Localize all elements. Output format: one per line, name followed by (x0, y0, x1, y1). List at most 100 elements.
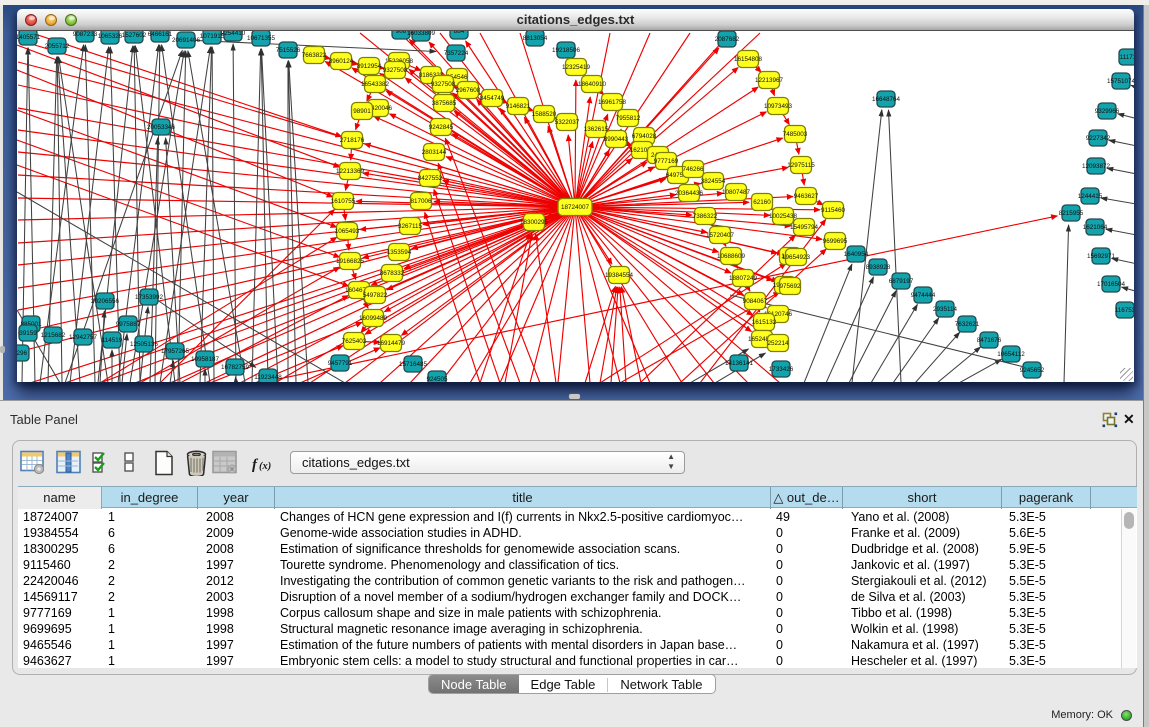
svg-text:1615132: 1615132 (752, 319, 777, 326)
svg-text:12505135: 12505135 (130, 341, 159, 348)
svg-text:1527602: 1527602 (122, 32, 147, 39)
svg-text:16782759: 16782759 (221, 364, 250, 371)
svg-text:20206556: 20206556 (91, 298, 120, 305)
svg-text:17957265: 17957265 (161, 348, 190, 355)
svg-text:924505: 924505 (426, 376, 448, 382)
svg-text:1610755: 1610755 (331, 198, 356, 205)
svg-text:9242845: 9242845 (429, 124, 454, 131)
svg-text:2055712: 2055712 (45, 43, 70, 50)
svg-text:18640910: 18640910 (578, 81, 607, 88)
svg-text:9084067: 9084067 (743, 298, 768, 305)
svg-text:12975115: 12975115 (787, 162, 815, 169)
svg-text:9115460: 9115460 (821, 207, 846, 214)
svg-text:7955812: 7955812 (616, 115, 641, 122)
svg-text:9327508: 9327508 (431, 81, 456, 88)
svg-text:6879197: 6879197 (889, 278, 914, 285)
svg-text:12213369: 12213369 (336, 168, 365, 175)
svg-text:8215955: 8215955 (1059, 210, 1084, 217)
svg-text:7485003: 7485003 (783, 131, 808, 138)
svg-text:10654112: 10654112 (997, 351, 1025, 358)
svg-text:9463627: 9463627 (794, 193, 819, 200)
svg-text:11923448: 11923448 (254, 374, 282, 381)
svg-text:2718176: 2718176 (340, 137, 365, 144)
svg-text:2935114: 2935114 (933, 306, 958, 313)
svg-text:1588520: 1588520 (532, 111, 557, 118)
svg-text:12942757: 12942757 (69, 334, 98, 341)
svg-text:1733426: 1733426 (769, 366, 794, 373)
svg-text:15692971: 15692971 (1087, 253, 1116, 260)
svg-text:17353992: 17353992 (135, 294, 164, 301)
svg-text:817006: 817006 (410, 198, 432, 205)
svg-text:9254410: 9254410 (221, 31, 246, 37)
svg-text:14136141: 14136141 (725, 360, 754, 367)
svg-text:9457791: 9457791 (328, 360, 353, 367)
svg-text:9777169: 9777169 (654, 158, 679, 165)
svg-text:6794028: 6794028 (632, 133, 657, 140)
svg-text:8960124: 8960124 (329, 58, 354, 65)
svg-text:16543382: 16543382 (361, 81, 390, 88)
svg-text:10671355: 10671355 (247, 35, 276, 42)
svg-text:3267115: 3267115 (398, 223, 423, 230)
svg-text:10958187: 10958187 (191, 356, 220, 363)
svg-text:7357224: 7357224 (444, 50, 469, 57)
svg-text:1065493: 1065493 (335, 228, 360, 235)
svg-text:20053346: 20053346 (147, 124, 176, 131)
svg-text:3296: 3296 (17, 350, 27, 357)
svg-text:1244415: 1244415 (1078, 193, 1103, 200)
svg-text:975692: 975692 (779, 283, 801, 290)
svg-text:19218506: 19218506 (552, 47, 581, 54)
svg-text:8912954: 8912954 (357, 63, 382, 70)
svg-text:10807487: 10807487 (722, 189, 751, 196)
svg-text:8427552: 8427552 (418, 175, 443, 182)
svg-text:9975887: 9975887 (116, 321, 141, 328)
svg-text:15720407: 15720407 (706, 232, 735, 239)
svg-text:5322037: 5322037 (555, 119, 580, 126)
svg-text:16961758: 16961758 (598, 99, 627, 106)
svg-text:98901: 98901 (353, 108, 371, 115)
svg-text:19384554: 19384554 (605, 272, 634, 279)
svg-text:1405571: 1405571 (17, 34, 41, 41)
svg-text:f: f (252, 457, 259, 473)
svg-text:908: 908 (396, 31, 407, 35)
svg-text:3875685: 3875685 (432, 100, 457, 107)
svg-text:9474444: 9474444 (911, 292, 936, 299)
svg-text:18724007: 18724007 (561, 204, 590, 211)
svg-text:1215682: 1215682 (41, 332, 66, 339)
svg-text:8990443: 8990443 (604, 136, 629, 143)
svg-text:16033809: 16033809 (407, 31, 436, 37)
svg-text:16648764: 16648764 (872, 96, 901, 103)
svg-text:7663822: 7663822 (302, 52, 327, 59)
svg-text:9329966: 9329966 (1095, 108, 1120, 115)
svg-text:17016504: 17016504 (1097, 281, 1126, 288)
svg-text:9699695: 9699695 (823, 238, 848, 245)
svg-text:114519: 114519 (102, 337, 123, 344)
svg-text:9245652: 9245652 (1020, 367, 1045, 374)
svg-text:7625402: 7625402 (342, 338, 367, 345)
svg-text:8938928: 8938928 (866, 264, 891, 271)
svg-text:884: 884 (454, 31, 465, 35)
svg-text:19654923: 19654923 (782, 254, 811, 261)
svg-text:19166825: 19166825 (336, 258, 365, 265)
svg-text:8471676: 8471676 (977, 337, 1002, 344)
svg-text:39159: 39159 (19, 330, 37, 337)
svg-text:1065326: 1065326 (98, 33, 123, 40)
svg-text:8678332: 8678332 (380, 270, 405, 277)
svg-text:10973493: 10973493 (764, 103, 793, 110)
svg-text:1640954: 1640954 (844, 251, 869, 258)
svg-text:1621064: 1621064 (1083, 224, 1108, 231)
svg-text:9327508: 9327508 (383, 67, 408, 74)
svg-text:18300295: 18300295 (520, 219, 549, 226)
svg-text:2087682: 2087682 (715, 36, 740, 43)
svg-text:16099489: 16099489 (359, 315, 388, 322)
svg-text:7515526: 7515526 (276, 47, 301, 54)
svg-text:18807249: 18807249 (729, 275, 758, 282)
svg-text:11171: 11171 (1120, 54, 1134, 61)
svg-text:2803144: 2803144 (422, 149, 447, 156)
svg-text:20364436: 20364436 (675, 190, 704, 197)
svg-text:3824554: 3824554 (701, 178, 726, 185)
svg-text:8813054: 8813054 (523, 35, 548, 42)
svg-text:5497822: 5497822 (363, 292, 388, 299)
svg-text:15495794: 15495794 (790, 224, 819, 231)
svg-text:116753: 116753 (1115, 307, 1134, 314)
svg-text:16914479: 16914479 (377, 340, 406, 347)
